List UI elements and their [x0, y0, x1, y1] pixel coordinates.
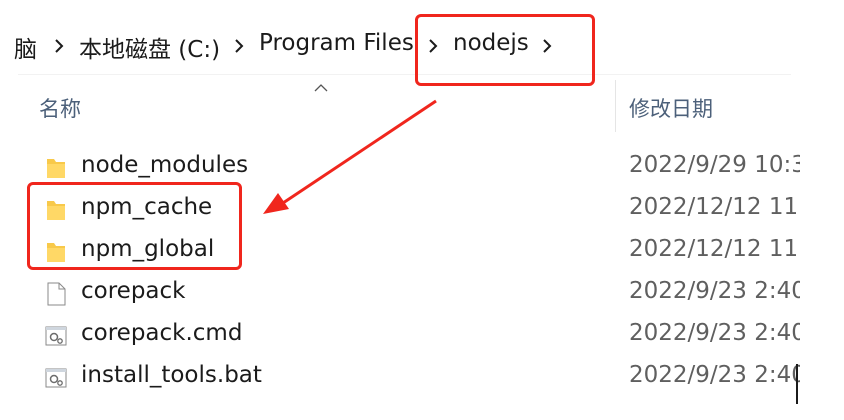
text-caret — [796, 364, 798, 404]
annotation-arrow-icon — [263, 99, 437, 214]
